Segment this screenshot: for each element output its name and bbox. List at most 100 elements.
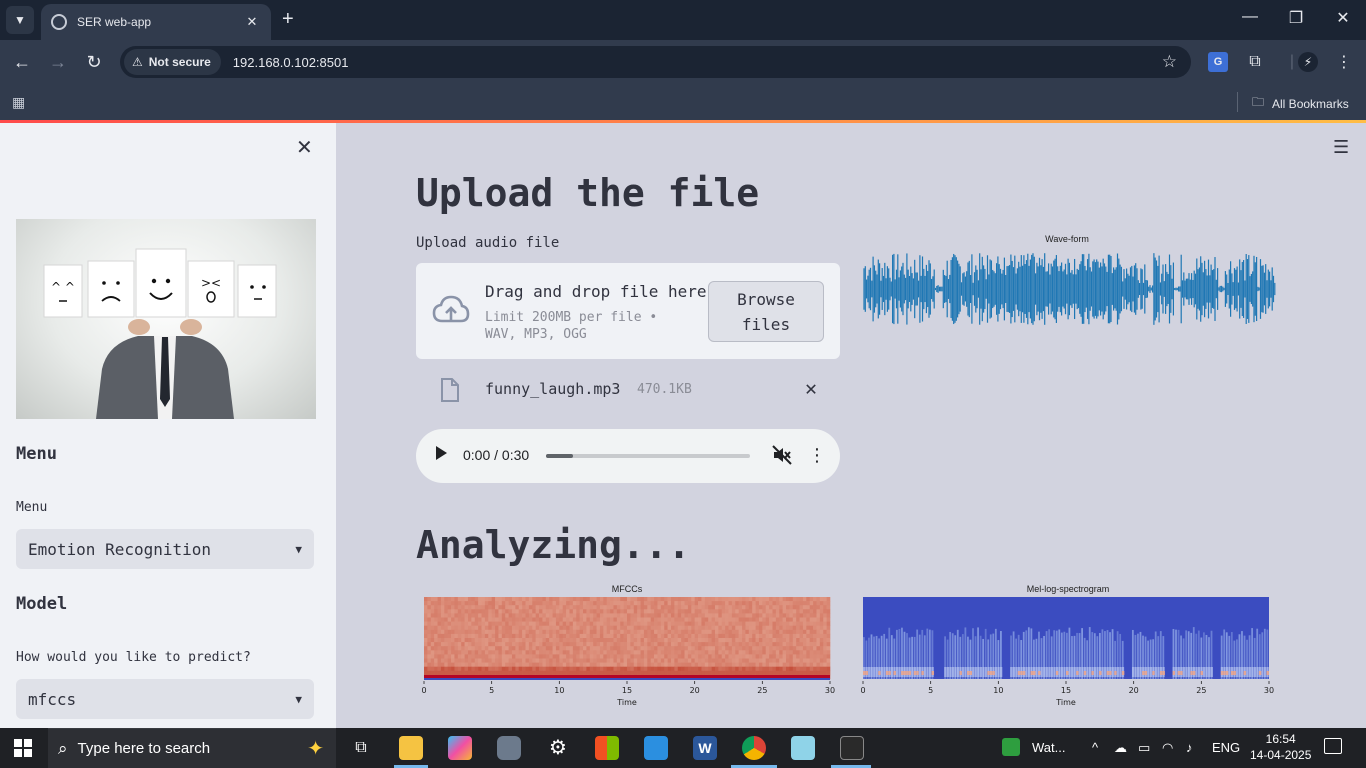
tab-search-button[interactable]: ▼ [6,6,34,34]
mfcc-cell [718,670,723,676]
mfcc-cell [667,638,672,643]
mfcc-cell [667,642,672,647]
weather-app-icon[interactable] [1002,738,1020,756]
mfcc-cell [640,646,645,651]
mfcc-cell [802,617,807,622]
chrome-icon[interactable] [742,736,766,760]
mfcc-cell [586,662,591,667]
translate-icon[interactable]: G [1208,52,1228,72]
mfcc-cell [572,642,577,647]
mfcc-cell [633,654,638,659]
mfcc-cell [765,654,770,659]
mfcc-cell [474,621,479,626]
mfcc-cell [589,601,594,606]
menu-select[interactable]: Emotion Recognition ▼ [16,529,314,569]
security-chip[interactable]: ⚠ Not secure [124,49,221,75]
mfcc-cell [596,617,601,622]
microsoft-store-icon[interactable] [595,736,619,760]
taskbar-search[interactable]: ⌕ Type here to search ✦ [48,728,336,768]
language-indicator[interactable]: ENG [1212,740,1240,755]
task-view-icon[interactable]: ⧉ [349,736,373,760]
settings-gear-icon[interactable]: ⚙ [546,736,570,760]
terminal-icon[interactable] [840,736,864,760]
battery-icon[interactable]: ▭ [1138,740,1150,756]
remove-file-icon[interactable]: ✕ [805,376,817,400]
mfcc-cell [474,642,479,647]
file-explorer-icon[interactable] [399,736,423,760]
address-bar[interactable]: ⚠ Not secure 192.168.0.102:8501 ☆ [120,46,1191,78]
camera-icon[interactable] [497,736,521,760]
restore-icon[interactable]: ❐ [1273,8,1319,28]
wifi-icon[interactable]: ◠ [1162,740,1173,756]
hamburger-menu-icon[interactable]: ☰ [1333,137,1349,158]
vscode-icon[interactable] [644,736,668,760]
mfcc-cell [464,633,469,639]
browse-files-button[interactable]: Browse files [708,281,824,342]
muted-speaker-icon[interactable] [772,445,792,465]
taskbar-clock[interactable]: 16:54 14-04-2025 [1250,731,1311,763]
mfcc-cell [491,605,496,610]
mfcc-cell [508,617,513,622]
reload-icon[interactable]: ↻ [82,52,106,72]
mfcc-cell [430,621,435,626]
mfcc-cell [451,654,455,659]
minimize-icon[interactable]: — [1227,8,1273,26]
tab-close-icon[interactable]: ✕ [243,14,261,30]
bookmark-star-icon[interactable]: ☆ [1162,52,1177,72]
new-tab-button[interactable]: + [282,9,294,29]
mfcc-cell [593,646,597,651]
play-icon[interactable] [436,446,447,460]
predict-select[interactable]: mfccs ▼ [16,679,314,719]
mfcc-cell [667,601,672,606]
mfcc-cell [755,609,760,614]
mfcc-cell [762,658,767,663]
mfcc-cell [711,617,716,622]
mfcc-cell [576,613,580,618]
copilot-icon[interactable] [448,736,472,760]
mfcc-cell [728,638,733,643]
tray-chevron-up-icon[interactable]: ^ [1092,740,1098,755]
file-dropzone[interactable]: Drag and drop file here Limit 200MB per … [416,263,840,359]
all-bookmarks-button[interactable]: 🗀 All Bookmarks [1252,93,1349,114]
mfcc-cell [596,666,601,672]
mfcc-cell [708,597,712,602]
mfcc-cell [775,597,780,602]
windows-start-icon[interactable] [14,739,32,757]
mfcc-cell [670,609,675,614]
audio-more-options-icon[interactable]: ⋮ [808,444,826,466]
word-icon[interactable]: W [693,736,717,760]
back-icon[interactable]: ← [10,52,34,72]
mel-low-band [1081,667,1084,677]
mfcc-cell [566,638,570,643]
mfcc-cell [684,621,689,626]
mfcc-cell [447,670,452,676]
mfcc-cell [630,617,635,622]
apps-grid-icon[interactable]: ▦ [12,94,25,111]
mfcc-cell [471,642,476,647]
weather-app-label[interactable]: Wat... [1032,740,1065,755]
mfcc-cell [627,642,631,647]
mfcc-cell [789,654,794,659]
mfcc-cell [596,601,601,606]
url-text[interactable]: 192.168.0.102:8501 [233,55,1162,70]
kebab-menu-icon[interactable]: ⋮ [1334,52,1354,72]
mfcc-cell [657,654,662,659]
mfcc-cell [799,625,804,631]
mfcc-cell [532,621,536,626]
onedrive-cloud-icon[interactable]: ☁ [1114,740,1127,756]
extensions-icon[interactable]: ⧉ [1245,52,1265,72]
forward-icon[interactable]: → [46,52,70,72]
mfcc-cell [664,633,668,639]
sidebar-close-icon[interactable]: ✕ [296,135,313,160]
mfcc-cell [437,666,442,672]
notifications-icon[interactable] [1324,738,1342,754]
audio-seek-slider[interactable] [546,454,750,458]
close-window-icon[interactable]: ✕ [1320,8,1366,28]
mfcc-cell [633,662,638,667]
profile-icon[interactable]: ⚡ [1298,52,1318,72]
notepad-icon[interactable] [791,736,815,760]
mfcc-cell [569,654,574,659]
browser-tab[interactable]: SER web-app ✕ [41,4,271,40]
mel-hot-band [1030,671,1034,675]
volume-icon[interactable]: ♪ [1186,740,1193,755]
